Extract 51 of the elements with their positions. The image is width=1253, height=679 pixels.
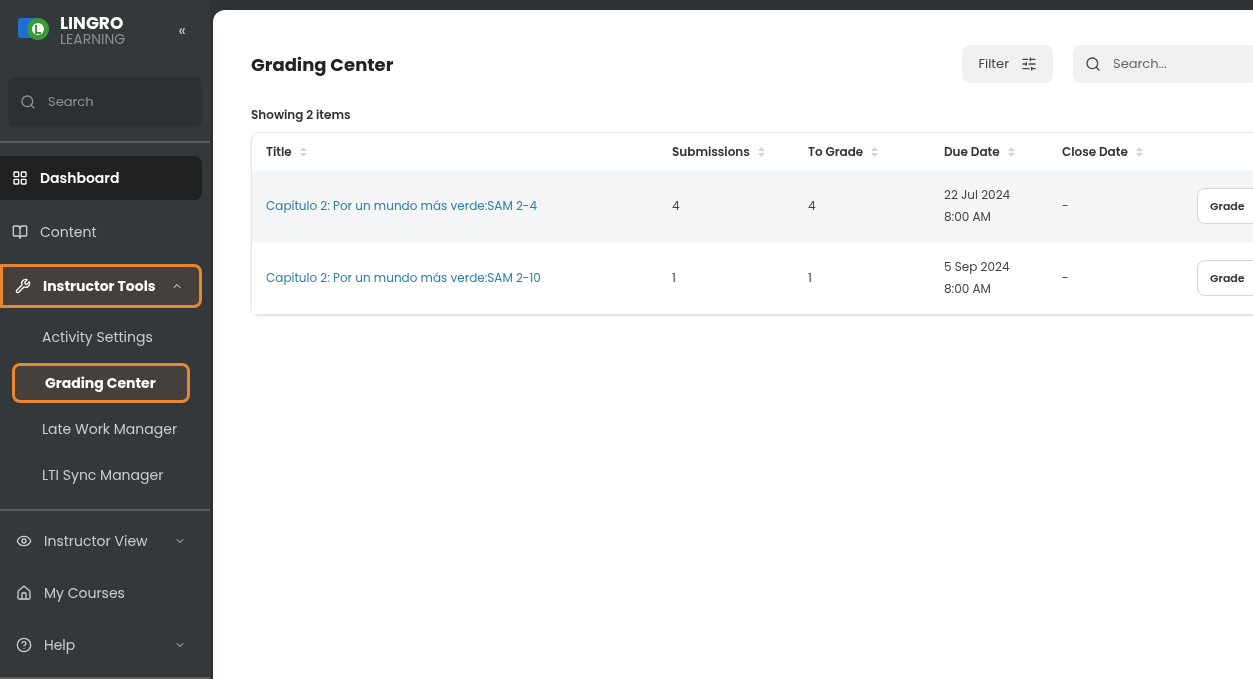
column-header[interactable]: Close Date	[1062, 142, 1197, 161]
table-cell-text: 1	[672, 269, 677, 287]
table-cell-text: 4	[672, 197, 681, 215]
wrench-icon	[15, 278, 31, 295]
sidebar-item[interactable]: Content	[0, 210, 202, 255]
sort-icon	[757, 146, 765, 157]
table-cell-text: 4	[808, 197, 817, 215]
search-icon	[1085, 56, 1101, 72]
logo-title: LINGRO	[60, 15, 124, 33]
grid-icon	[12, 170, 28, 187]
filter-button[interactable]: Filter	[962, 45, 1053, 83]
column-header[interactable]: Submissions	[672, 142, 808, 161]
sidebar-subitem[interactable]: Activity Settings	[12, 317, 190, 358]
assignment-link[interactable]: Capítulo 2: Por un mundo más verde:SAM 2-4	[266, 197, 537, 214]
table-cell-text: 8:00 AM	[944, 279, 992, 299]
sidebar-subitem[interactable]: LTI Sync Manager	[12, 455, 190, 496]
eye-icon	[16, 533, 32, 549]
help-icon	[16, 637, 32, 653]
search-icon	[20, 94, 36, 111]
home-icon	[16, 585, 32, 601]
table-cell-text: 22 Jul 2024	[944, 185, 1012, 205]
table-cell-text: 5 Sep 2024	[944, 257, 1011, 277]
sort-icon	[299, 146, 307, 157]
sidebar-item[interactable]: Instructor Tools	[0, 264, 202, 309]
sidebar-search-field[interactable]: Search	[8, 77, 202, 128]
table-cell-text: -	[1062, 197, 1070, 215]
sidebar-subitem[interactable]: Grading Center	[12, 363, 190, 404]
column-header[interactable]: Due Date	[944, 142, 1062, 161]
assignment-link[interactable]: Capítulo 2: Por un mundo más verde:SAM 2-10	[266, 269, 541, 286]
table-cell-text: 1	[808, 269, 813, 287]
sidebar-item[interactable]: My Courses	[0, 567, 210, 619]
sidebar-item[interactable]: Dashboard	[0, 156, 202, 201]
book-icon	[12, 224, 28, 241]
sliders-icon	[1021, 56, 1037, 72]
collapse-button[interactable]: «	[178, 18, 186, 43]
page-title: Grading Center	[251, 50, 394, 78]
sidebar-subitem[interactable]: Late Work Manager	[12, 409, 190, 450]
sort-icon	[1007, 146, 1015, 157]
grade-button[interactable]: Grade	[1197, 260, 1253, 296]
sidebar-item[interactable]: Instructor View	[0, 515, 210, 567]
sort-icon	[871, 146, 879, 157]
grade-button[interactable]: Grade	[1197, 188, 1253, 224]
logo-subtitle: LEARNING	[60, 32, 126, 47]
sort-icon	[1135, 146, 1143, 157]
column-header[interactable]: Title	[252, 142, 672, 161]
sidebar-item[interactable]: Help	[0, 619, 210, 671]
table-cell-text: -	[1062, 269, 1070, 287]
table-cell-text: 8:00 AM	[944, 207, 992, 227]
search-field[interactable]: Search...	[1073, 45, 1253, 83]
item-count: Showing 2 items	[251, 106, 352, 124]
column-header[interactable]: To Grade	[808, 142, 944, 161]
